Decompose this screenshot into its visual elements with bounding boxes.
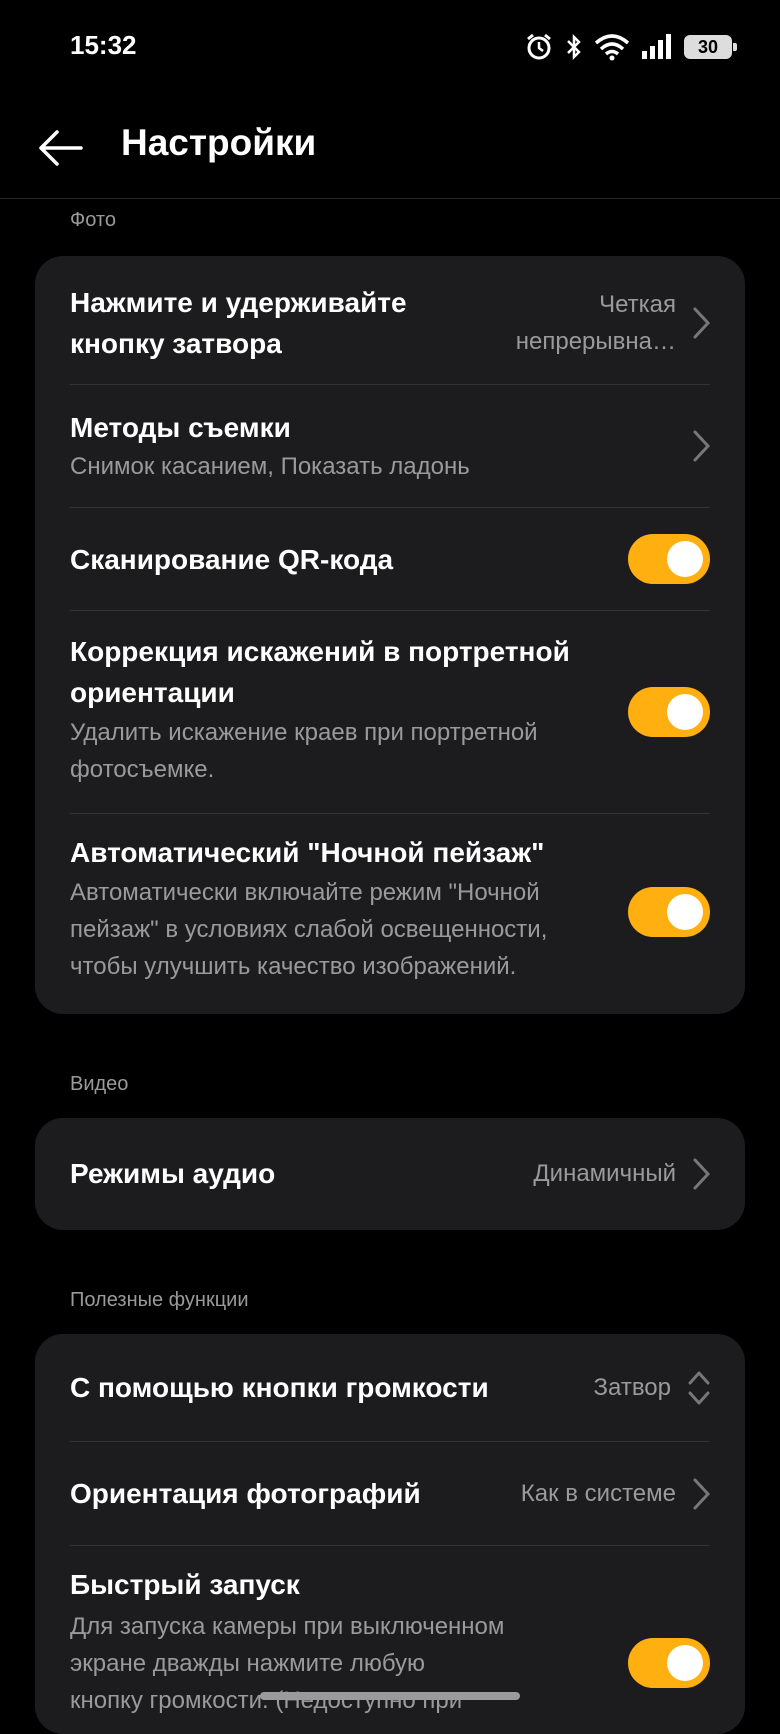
setting-auto-night: Автоматический "Ночной пейзаж" Автоматич… (35, 814, 745, 1014)
setting-title: Быстрый запуск (70, 1569, 300, 1600)
setting-title: Сканирование QR-кода (70, 544, 394, 575)
battery-icon: 30 (684, 35, 737, 59)
setting-photo-orientation[interactable]: Ориентация фотографий Как в системе (35, 1442, 745, 1546)
setting-shooting-methods[interactable]: Методы съемки Снимок касанием, Показать … (35, 385, 745, 508)
setting-shutter-hold[interactable]: Нажмите и удерживайте кнопку затвора Чет… (35, 256, 745, 385)
setting-title: Коррекция искажений в портретной (70, 636, 570, 667)
toggle-knob (667, 694, 703, 730)
home-indicator[interactable] (260, 1692, 520, 1700)
setting-subtitle: Для запуска камеры при выключенном (70, 1613, 505, 1640)
setting-subtitle: чтобы улучшить качество изображений. (70, 953, 517, 980)
setting-subtitle: Автоматически включайте режим "Ночной (70, 879, 540, 906)
section-label-photo: Фото (70, 209, 116, 231)
setting-audio-modes[interactable]: Режимы аудио Динамичный (35, 1118, 745, 1230)
setting-value: Динамичный (533, 1160, 676, 1187)
top-app-bar: Настройки (0, 96, 780, 199)
status-icons: 30 (524, 30, 737, 64)
setting-subtitle: кнопку громкости. (Недоступно при (70, 1687, 463, 1714)
toggle-knob (667, 1645, 703, 1681)
back-arrow-icon (39, 130, 83, 166)
setting-title: кнопку затвора (70, 328, 282, 359)
toggle-knob (667, 541, 703, 577)
section-label-video: Видео (70, 1073, 129, 1095)
status-bar: 15:32 30 (0, 0, 780, 96)
page-title: Настройки (121, 122, 317, 163)
alarm-icon (524, 32, 554, 62)
setting-title: ориентации (70, 677, 235, 708)
setting-volume-button[interactable]: С помощью кнопки громкости Затвор (35, 1334, 745, 1442)
video-settings-card: Режимы аудио Динамичный (35, 1118, 745, 1230)
wifi-icon (594, 33, 630, 61)
setting-subtitle: Снимок касанием, Показать ладонь (70, 453, 470, 480)
chevron-right-icon (693, 1158, 711, 1190)
section-label-useful: Полезные функции (70, 1289, 249, 1311)
setting-value: Как в системе (520, 1480, 676, 1507)
distortion-correction-toggle[interactable] (628, 687, 710, 737)
setting-title: Ориентация фотографий (70, 1478, 421, 1509)
bluetooth-icon (564, 32, 584, 62)
setting-title: Нажмите и удерживайте (70, 287, 407, 318)
signal-icon (640, 33, 674, 61)
chevron-right-icon (693, 1478, 711, 1510)
useful-settings-card: С помощью кнопки громкости Затвор Ориент… (35, 1334, 745, 1734)
photo-settings-card: Нажмите и удерживайте кнопку затвора Чет… (35, 256, 745, 1014)
setting-subtitle: фотосъемке. (70, 756, 215, 783)
chevron-right-icon (693, 307, 711, 339)
chevron-right-icon (693, 430, 711, 462)
setting-subtitle: Удалить искажение краев при портретной (70, 719, 538, 746)
auto-night-toggle[interactable] (628, 887, 710, 937)
quick-launch-toggle[interactable] (628, 1638, 710, 1688)
setting-title: Автоматический "Ночной пейзаж" (70, 837, 545, 868)
setting-subtitle: пейзаж" в условиях слабой освещенности, (70, 916, 548, 943)
dropdown-updown-icon (688, 1371, 710, 1405)
toggle-knob (667, 894, 703, 930)
setting-value: непрерывна… (515, 328, 676, 355)
setting-value: Четкая (599, 291, 676, 318)
setting-quick-launch: Быстрый запуск Для запуска камеры при вы… (35, 1546, 745, 1734)
setting-title: Режимы аудио (70, 1158, 276, 1189)
setting-qr-scan: Сканирование QR-кода (35, 508, 745, 611)
status-time: 15:32 (70, 30, 137, 60)
setting-subtitle: экране дважды нажмите любую (70, 1650, 426, 1677)
back-button[interactable] (34, 122, 86, 174)
setting-distortion-correction: Коррекция искажений в портретной ориента… (35, 611, 745, 814)
qr-scan-toggle[interactable] (628, 534, 710, 584)
setting-value: Затвор (593, 1374, 671, 1401)
setting-title: С помощью кнопки громкости (70, 1372, 489, 1403)
setting-title: Методы съемки (70, 412, 291, 443)
